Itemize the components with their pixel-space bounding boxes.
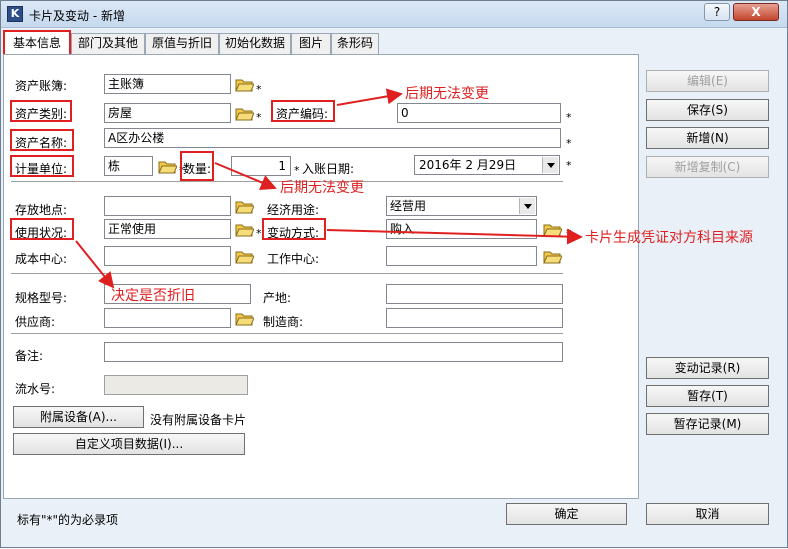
code-field[interactable]: 0 xyxy=(397,103,561,123)
dialog-window: K 卡片及变动 - 新增 ? X 基本信息 部门及其他 原值与折旧 初始化数据 … xyxy=(0,0,788,548)
date-label: 入账日期: xyxy=(302,162,355,176)
qty-field[interactable]: 1 xyxy=(231,156,291,176)
required-star: * xyxy=(256,227,262,240)
attached-equipment-button[interactable]: 附属设备(A)... xyxy=(13,406,144,428)
category-highlight xyxy=(10,100,72,122)
book-field[interactable]: 主账簿 xyxy=(104,74,231,94)
book-label: 资产账簿: xyxy=(15,79,68,93)
remark-label: 备注: xyxy=(15,349,44,363)
cost-center-field[interactable] xyxy=(104,246,231,266)
divider xyxy=(11,273,563,275)
chevron-down-icon[interactable] xyxy=(542,157,558,173)
change-annotation: 卡片生成凭证对方科目来源 xyxy=(585,230,753,246)
app-icon: K xyxy=(7,6,23,22)
purpose-select[interactable]: 经营用 xyxy=(386,196,537,216)
location-folder-icon[interactable] xyxy=(234,196,255,216)
required-note: 标有"*"的为必录项 xyxy=(17,513,119,527)
date-value: 2016年 2 月29日 xyxy=(419,158,517,172)
serial-label: 流水号: xyxy=(15,382,56,396)
required-star: * xyxy=(566,227,572,240)
purpose-value: 经营用 xyxy=(390,199,427,213)
tab-value-depreciation[interactable]: 原值与折旧 xyxy=(145,33,219,54)
required-star: * xyxy=(256,83,262,96)
purpose-label: 经济用途: xyxy=(267,203,320,217)
cost-center-folder-icon[interactable] xyxy=(234,246,255,266)
change-history-button[interactable]: 变动记录(R) xyxy=(646,357,769,379)
required-star: * xyxy=(566,137,572,150)
location-field[interactable] xyxy=(104,196,231,216)
chevron-down-icon[interactable] xyxy=(519,198,535,214)
temp-save-button[interactable]: 暂存(T) xyxy=(646,385,769,407)
required-star: * xyxy=(566,159,572,172)
divider xyxy=(11,333,563,335)
temp-records-button[interactable]: 暂存记录(M) xyxy=(646,413,769,435)
new-button[interactable]: 新增(N) xyxy=(646,127,769,149)
change-folder-icon[interactable] xyxy=(542,219,563,239)
code-highlight xyxy=(271,100,335,122)
unit-folder-icon[interactable] xyxy=(157,156,178,176)
help-button[interactable]: ? xyxy=(704,3,730,21)
attached-equipment-note: 没有附属设备卡片 xyxy=(150,413,247,427)
origin-label: 产地: xyxy=(263,291,292,305)
change-field[interactable]: 购入 xyxy=(386,219,537,239)
new-copy-button[interactable]: 新增复制(C) xyxy=(646,156,769,178)
serial-field xyxy=(104,375,248,395)
change-highlight xyxy=(262,218,326,240)
location-label: 存放地点: xyxy=(15,203,68,217)
name-highlight xyxy=(10,129,74,151)
required-star: * xyxy=(256,111,262,124)
supplier-field[interactable] xyxy=(104,308,231,328)
category-field[interactable]: 房屋 xyxy=(104,103,231,123)
work-center-folder-icon[interactable] xyxy=(542,246,563,266)
tab-dept-other[interactable]: 部门及其他 xyxy=(71,33,145,54)
maker-label: 制造商: xyxy=(263,315,304,329)
status-folder-icon[interactable] xyxy=(234,219,255,239)
code-annotation: 后期无法变更 xyxy=(405,86,489,102)
cancel-button[interactable]: 取消 xyxy=(646,503,769,525)
tab-basic-info[interactable]: 基本信息 xyxy=(3,30,71,54)
category-folder-icon[interactable] xyxy=(234,103,255,123)
unit-field[interactable]: 栋 xyxy=(104,156,153,176)
remark-field[interactable] xyxy=(104,342,563,362)
supplier-folder-icon[interactable] xyxy=(234,308,255,328)
status-annotation: 决定是否折旧 xyxy=(111,288,195,304)
tab-image[interactable]: 图片 xyxy=(291,33,331,54)
maker-field[interactable] xyxy=(386,308,563,328)
save-button[interactable]: 保存(S) xyxy=(646,99,769,121)
tab-init-data[interactable]: 初始化数据 xyxy=(219,33,291,54)
origin-field[interactable] xyxy=(386,284,563,304)
window-title: 卡片及变动 - 新增 xyxy=(29,9,125,23)
work-center-field[interactable] xyxy=(386,246,537,266)
required-star: * xyxy=(566,111,572,124)
qty-highlight xyxy=(180,151,214,181)
qty-annotation: 后期无法变更 xyxy=(280,180,364,196)
close-button[interactable]: X xyxy=(733,3,779,21)
cost-center-label: 成本中心: xyxy=(15,252,68,266)
required-star: * xyxy=(294,164,300,177)
supplier-label: 供应商: xyxy=(15,315,56,329)
status-field[interactable]: 正常使用 xyxy=(104,219,231,239)
spec-label: 规格型号: xyxy=(15,291,68,305)
name-field[interactable]: A区办公楼 xyxy=(104,128,561,148)
date-picker[interactable]: 2016年 2 月29日 xyxy=(414,155,560,175)
ok-button[interactable]: 确定 xyxy=(506,503,627,525)
unit-highlight xyxy=(10,155,74,177)
title-bar[interactable]: K 卡片及变动 - 新增 ? X xyxy=(1,1,787,28)
custom-data-button[interactable]: 自定义项目数据(I)... xyxy=(13,433,245,455)
tab-barcode[interactable]: 条形码 xyxy=(331,33,379,54)
book-folder-icon[interactable] xyxy=(234,74,255,94)
edit-button[interactable]: 编辑(E) xyxy=(646,70,769,92)
status-highlight xyxy=(10,218,74,240)
work-center-label: 工作中心: xyxy=(267,252,320,266)
